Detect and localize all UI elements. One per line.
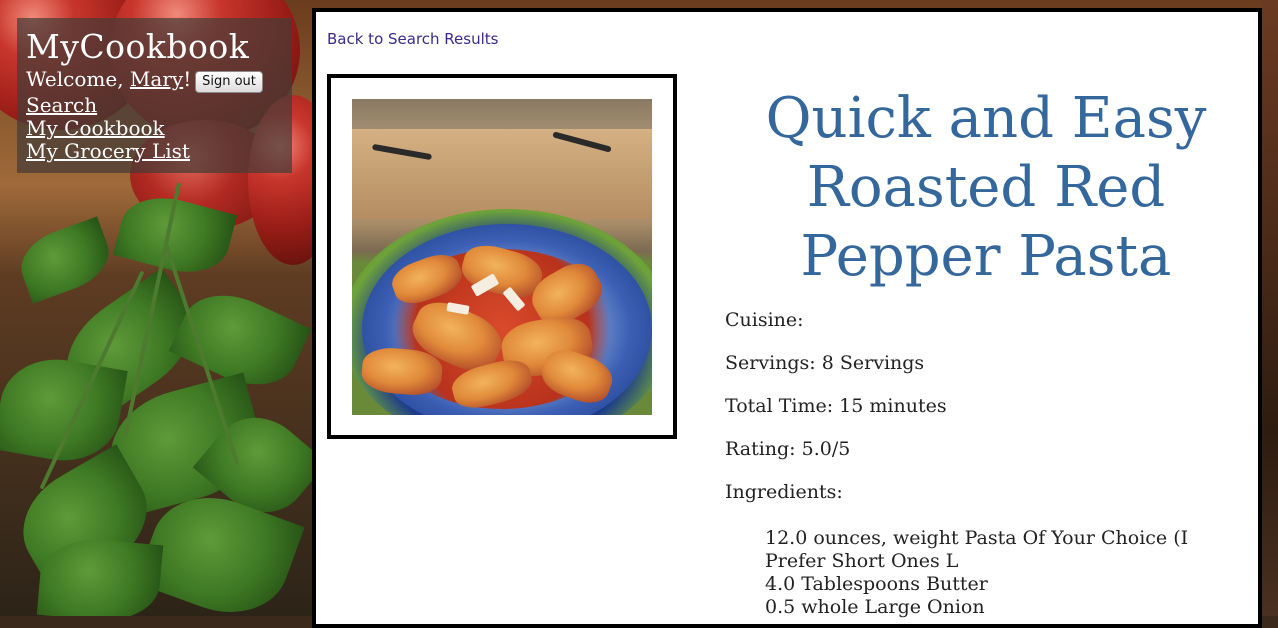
welcome-message: Welcome, Mary! bbox=[26, 66, 191, 92]
recipe-facts: Cuisine: Servings: 8 Servings Total Time… bbox=[725, 305, 947, 520]
site-brand[interactable]: MyCookbook bbox=[26, 28, 249, 66]
recipe-photo-frame bbox=[327, 74, 677, 439]
welcome-prefix: Welcome, bbox=[26, 67, 130, 91]
sign-out-button[interactable]: Sign out bbox=[195, 71, 263, 93]
background-edge bbox=[1262, 0, 1278, 616]
cuisine-line: Cuisine: bbox=[725, 309, 804, 331]
welcome-suffix: ! bbox=[183, 67, 192, 91]
cutting-board bbox=[352, 129, 652, 219]
site-nav: MyCookbook Welcome, Mary! Sign out Searc… bbox=[17, 18, 292, 173]
ingredient-list: 12.0 ounces, weight Pasta Of Your Choice… bbox=[765, 527, 1205, 619]
ingredient-item: 12.0 ounces, weight Pasta Of Your Choice… bbox=[765, 527, 1189, 572]
recipe-panel: Back to Search Results Quick and Easy Ro… bbox=[312, 8, 1262, 628]
total-time-line: Total Time: 15 minutes bbox=[725, 395, 947, 417]
recipe-title: Quick and Easy Roasted Red Pepper Pasta bbox=[765, 86, 1207, 289]
nav-link-grocery-list[interactable]: My Grocery List bbox=[26, 140, 190, 163]
parsley-leaf bbox=[12, 216, 118, 304]
servings-line: Servings: 8 Servings bbox=[725, 352, 925, 374]
rating-line: Rating: 5.0/5 bbox=[725, 438, 851, 460]
ingredient-item: 4.0 Tablespoons Butter bbox=[765, 573, 988, 595]
recipe-photo bbox=[352, 99, 652, 415]
nav-links: Search My Cookbook My Grocery List bbox=[26, 94, 190, 163]
ingredients-heading: Ingredients: bbox=[725, 481, 843, 503]
back-to-results-link[interactable]: Back to Search Results bbox=[327, 30, 498, 48]
nav-link-search[interactable]: Search bbox=[26, 94, 190, 117]
nav-link-my-cookbook[interactable]: My Cookbook bbox=[26, 117, 190, 140]
user-profile-link[interactable]: Mary bbox=[130, 67, 183, 91]
